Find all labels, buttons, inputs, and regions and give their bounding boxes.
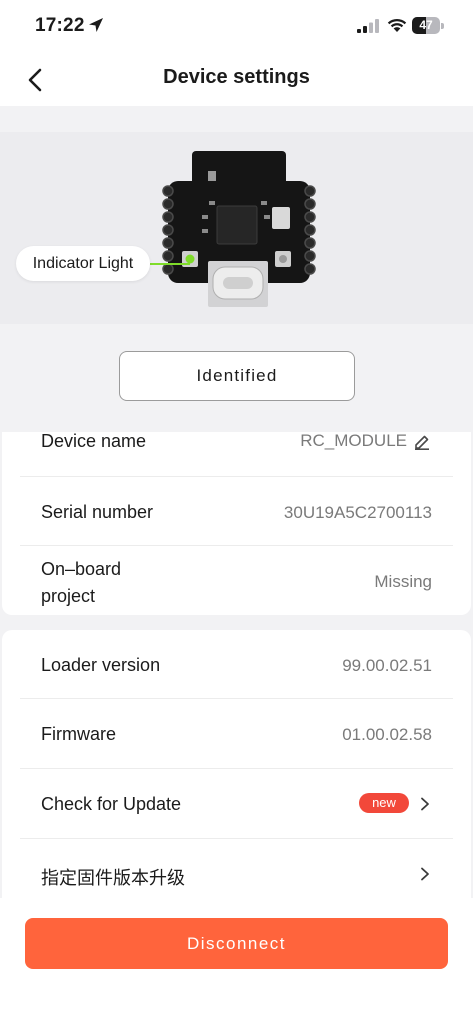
serial-number-label: Serial number bbox=[41, 502, 154, 522]
serial-number-value: 30U19A5C2700113 bbox=[283, 503, 432, 522]
navigation-bar: Device settings bbox=[0, 54, 473, 106]
onboard-project-row: On–board project Missing bbox=[2, 546, 471, 615]
device-name-value: RC_MODULE bbox=[300, 431, 407, 450]
firmware-row: Firmware 01.00.02.58 bbox=[2, 699, 471, 769]
new-badge: new bbox=[359, 793, 409, 813]
device-name-row[interactable]: Device name RC_MODULE bbox=[2, 432, 471, 477]
battery-level: 47 bbox=[419, 18, 433, 32]
status-time: 17:22 bbox=[35, 15, 85, 36]
status-bar: 17:22 47 bbox=[0, 0, 473, 54]
check-for-update-row[interactable]: Check for Update new bbox=[2, 769, 471, 839]
device-board-image bbox=[162, 151, 316, 307]
page-title: Device settings bbox=[163, 66, 310, 88]
check-for-update-label: Check for Update bbox=[41, 794, 182, 814]
disconnect-button[interactable]: Disconnect bbox=[25, 918, 448, 969]
onboard-project-label: On–board project bbox=[41, 559, 122, 606]
device-hero: Indicator Light Identified bbox=[0, 106, 473, 432]
edit-pencil-icon[interactable] bbox=[413, 432, 431, 450]
wifi-icon bbox=[387, 18, 407, 32]
device-name-label: Device name bbox=[41, 431, 147, 451]
serial-number-row: Serial number 30U19A5C2700113 bbox=[2, 477, 471, 546]
loader-version-value: 99.00.02.51 bbox=[342, 656, 432, 675]
location-arrow-icon bbox=[89, 18, 103, 32]
battery-icon: 47 bbox=[412, 17, 444, 34]
identified-button[interactable]: Identified bbox=[119, 351, 355, 401]
indicator-connector-line bbox=[150, 263, 190, 265]
firmware-label: Firmware bbox=[41, 724, 116, 744]
cellular-signal-icon bbox=[357, 19, 379, 33]
battery-tip bbox=[441, 23, 444, 29]
firmware-value: 01.00.02.58 bbox=[342, 725, 432, 744]
specify-firmware-version-row[interactable]: 指定固件版本升级 bbox=[2, 839, 471, 898]
device-info-card: Device name RC_MODULE Serial number 30U1… bbox=[2, 432, 471, 615]
bottom-action-bar: Disconnect bbox=[0, 898, 473, 1024]
loader-version-label: Loader version bbox=[41, 655, 161, 675]
onboard-project-value: Missing bbox=[374, 572, 432, 591]
loader-version-row: Loader version 99.00.02.51 bbox=[2, 630, 471, 699]
specify-firmware-version-label: 指定固件版本升级 bbox=[41, 868, 185, 888]
chevron-right-icon bbox=[421, 867, 429, 881]
indicator-light-label: Indicator Light bbox=[16, 246, 150, 281]
chevron-right-icon bbox=[421, 797, 429, 811]
firmware-info-card: Loader version 99.00.02.51 Firmware 01.0… bbox=[2, 630, 471, 898]
